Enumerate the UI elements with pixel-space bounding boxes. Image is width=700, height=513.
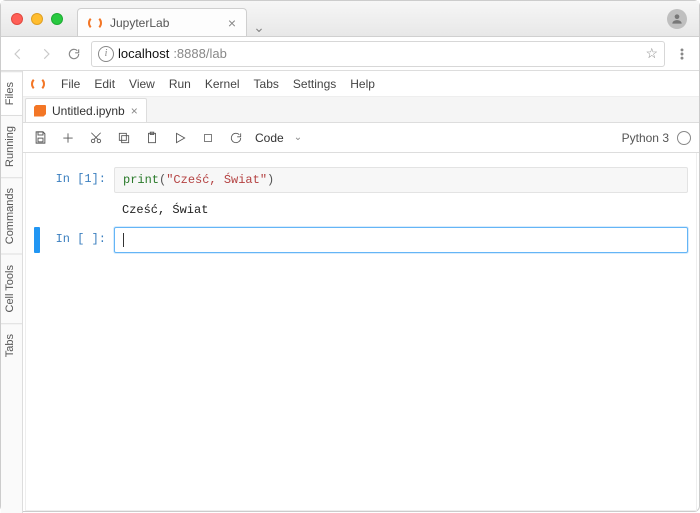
run-button[interactable] (171, 129, 189, 147)
menu-run[interactable]: Run (169, 77, 191, 91)
sidebar-tab-cell-tools[interactable]: Cell Tools (1, 254, 22, 323)
chevron-down-icon: ⌄ (294, 132, 302, 143)
left-sidebar: FilesRunningCommandsCell ToolsTabs (1, 71, 23, 513)
browser-address-bar: i localhost :8888/lab ☆ (1, 37, 699, 71)
close-notebook-icon[interactable]: × (131, 104, 138, 118)
window-controls (11, 13, 63, 25)
menu-view[interactable]: View (129, 77, 155, 91)
input-prompt: In [ ]: (40, 227, 114, 253)
kernel-indicator[interactable]: Python 3 (622, 131, 691, 145)
interrupt-button[interactable] (199, 129, 217, 147)
back-button[interactable] (7, 43, 29, 65)
zoom-window-button[interactable] (51, 13, 63, 25)
notebook-tab[interactable]: Untitled.ipynb × (25, 98, 147, 122)
notebook-icon (34, 105, 46, 117)
save-button[interactable] (31, 129, 49, 147)
browser-tab[interactable]: JupyterLab × (77, 8, 247, 36)
copy-button[interactable] (115, 129, 133, 147)
minimize-window-button[interactable] (31, 13, 43, 25)
site-info-icon[interactable]: i (98, 46, 114, 62)
menu-settings[interactable]: Settings (293, 77, 336, 91)
url-path: :8888/lab (173, 46, 227, 61)
browser-tab-title: JupyterLab (110, 16, 169, 30)
reload-button[interactable] (63, 43, 85, 65)
kernel-status-icon (677, 131, 691, 145)
window-titlebar: JupyterLab × ⌄ (1, 1, 699, 37)
menu-tabs[interactable]: Tabs (254, 77, 279, 91)
code-cell[interactable]: In [ ]: (34, 227, 688, 253)
browser-menu-icon[interactable] (671, 43, 693, 65)
code-editor[interactable]: print("Cześć, Świat") (114, 167, 688, 193)
sidebar-tab-tabs[interactable]: Tabs (1, 323, 22, 367)
sidebar-tab-files[interactable]: Files (1, 71, 22, 115)
input-prompt: In [1]: (40, 167, 114, 193)
notebook-tab-title: Untitled.ipynb (52, 104, 125, 118)
forward-button[interactable] (35, 43, 57, 65)
code-editor[interactable] (114, 227, 688, 253)
cell-type-label: Code (255, 131, 284, 145)
jupyter-icon (88, 16, 102, 30)
url-host: localhost (118, 46, 169, 61)
profile-icon[interactable] (667, 9, 687, 29)
url-field[interactable]: i localhost :8888/lab ☆ (91, 41, 665, 67)
paste-button[interactable] (143, 129, 161, 147)
close-window-button[interactable] (11, 13, 23, 25)
kernel-name: Python 3 (622, 131, 669, 145)
code-cell[interactable]: In [1]:print("Cześć, Świat") (34, 167, 688, 193)
browser-tabstrip: JupyterLab × ⌄ (77, 1, 271, 36)
cell-output: Cześć, Świat (114, 197, 688, 223)
close-tab-icon[interactable]: × (228, 15, 236, 31)
notebook-toolbar: Code ⌄ Python 3 (23, 123, 699, 153)
restart-button[interactable] (227, 129, 245, 147)
jupyterlab-shell: FilesRunningCommandsCell ToolsTabs FileE… (1, 71, 699, 513)
new-tab-button[interactable]: ⌄ (247, 19, 271, 36)
notebook-area[interactable]: In [1]:print("Cześć, Świat") Cześć, Świat… (25, 153, 697, 511)
document-tabbar: Untitled.ipynb × (23, 97, 699, 123)
menu-kernel[interactable]: Kernel (205, 77, 240, 91)
bookmark-icon[interactable]: ☆ (645, 45, 658, 62)
menu-help[interactable]: Help (350, 77, 375, 91)
menubar: File Edit View Run Kernel Tabs Settings Help (23, 71, 699, 97)
menu-edit[interactable]: Edit (94, 77, 115, 91)
jupyter-logo-icon (31, 77, 45, 91)
main-area: File Edit View Run Kernel Tabs Settings Help Un… (23, 71, 699, 513)
cell-type-select[interactable]: Code ⌄ (255, 131, 306, 145)
cut-button[interactable] (87, 129, 105, 147)
menu-file[interactable]: File (61, 77, 80, 91)
sidebar-tab-running[interactable]: Running (1, 115, 22, 177)
insert-cell-button[interactable] (59, 129, 77, 147)
sidebar-tab-commands[interactable]: Commands (1, 177, 22, 254)
